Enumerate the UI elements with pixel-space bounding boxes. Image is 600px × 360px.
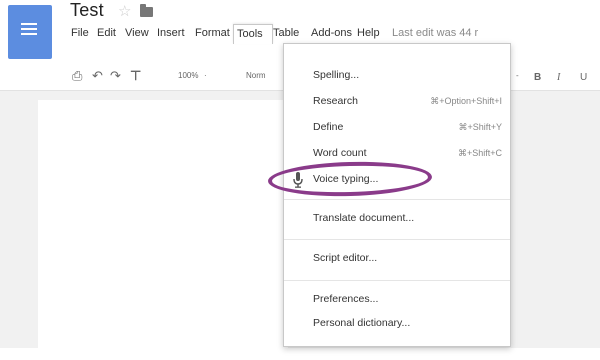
menu-separator: [284, 239, 510, 240]
menu-item-label: Define: [313, 121, 344, 133]
menu-format[interactable]: Format: [192, 24, 233, 43]
menu-item-label: Translate document...: [313, 212, 415, 224]
bold-icon[interactable]: B: [534, 71, 541, 85]
last-edit-status[interactable]: Last edit was 44 r: [392, 24, 478, 43]
menu-item-label: Word count: [313, 147, 367, 159]
menu-item-define[interactable]: Define ⌘+Shift+Y: [284, 116, 510, 140]
menu-view[interactable]: View: [122, 24, 152, 43]
menu-insert[interactable]: Insert: [154, 24, 188, 43]
menu-item-shortcut: ⌘+Option+Shift+I: [430, 96, 502, 106]
menu-file[interactable]: File: [68, 24, 92, 43]
menu-table[interactable]: Table: [270, 24, 302, 43]
menu-item-shortcut: ⌘+Shift+Y: [458, 122, 502, 132]
menu-item-label: Research: [313, 95, 358, 107]
menu-item-translate-document[interactable]: Translate document...: [284, 207, 510, 231]
menu-item-label: Personal dictionary...: [313, 317, 411, 329]
menu-item-label: Spelling...: [313, 69, 360, 81]
star-icon[interactable]: ☆: [118, 2, 131, 20]
menu-item-shortcut: ⌘+Shift+C: [457, 148, 502, 158]
menu-tools[interactable]: Tools: [233, 24, 273, 44]
menu-item-preferences[interactable]: Preferences...: [284, 288, 510, 312]
underline-icon[interactable]: U: [580, 71, 587, 85]
menu-item-label: Preferences...: [313, 293, 379, 305]
menu-addons[interactable]: Add-ons: [308, 24, 355, 43]
menu-item-spelling[interactable]: Spelling...: [284, 64, 510, 88]
paint-format-icon[interactable]: ⊤: [130, 69, 141, 83]
menu-separator: [284, 199, 510, 200]
dropdown-arrow-icon[interactable]: -: [516, 71, 519, 80]
menu-item-research[interactable]: Research ⌘+Option+Shift+I: [284, 90, 510, 114]
redo-icon[interactable]: ↷: [110, 69, 121, 83]
menu-item-personal-dictionary[interactable]: Personal dictionary...: [284, 312, 510, 336]
menu-item-script-editor[interactable]: Script editor...: [284, 247, 510, 271]
style-select[interactable]: Norm: [246, 71, 266, 80]
document-title[interactable]: Test: [70, 0, 104, 21]
menu-separator: [284, 280, 510, 281]
folder-icon[interactable]: [140, 4, 153, 17]
print-icon[interactable]: ⎙: [72, 69, 82, 83]
zoom-select[interactable]: 100%: [178, 71, 198, 80]
menu-item-word-count[interactable]: Word count ⌘+Shift+C: [284, 142, 510, 166]
menu-item-label: Script editor...: [313, 252, 378, 264]
italic-icon[interactable]: I: [557, 71, 560, 85]
undo-icon[interactable]: ↶: [92, 69, 103, 83]
menu-edit[interactable]: Edit: [94, 24, 119, 43]
menu-help[interactable]: Help: [354, 24, 383, 43]
zoom-dropdown-icon[interactable]: ·: [204, 71, 207, 80]
docs-logo-icon[interactable]: [8, 5, 52, 59]
document-page[interactable]: [38, 100, 288, 360]
